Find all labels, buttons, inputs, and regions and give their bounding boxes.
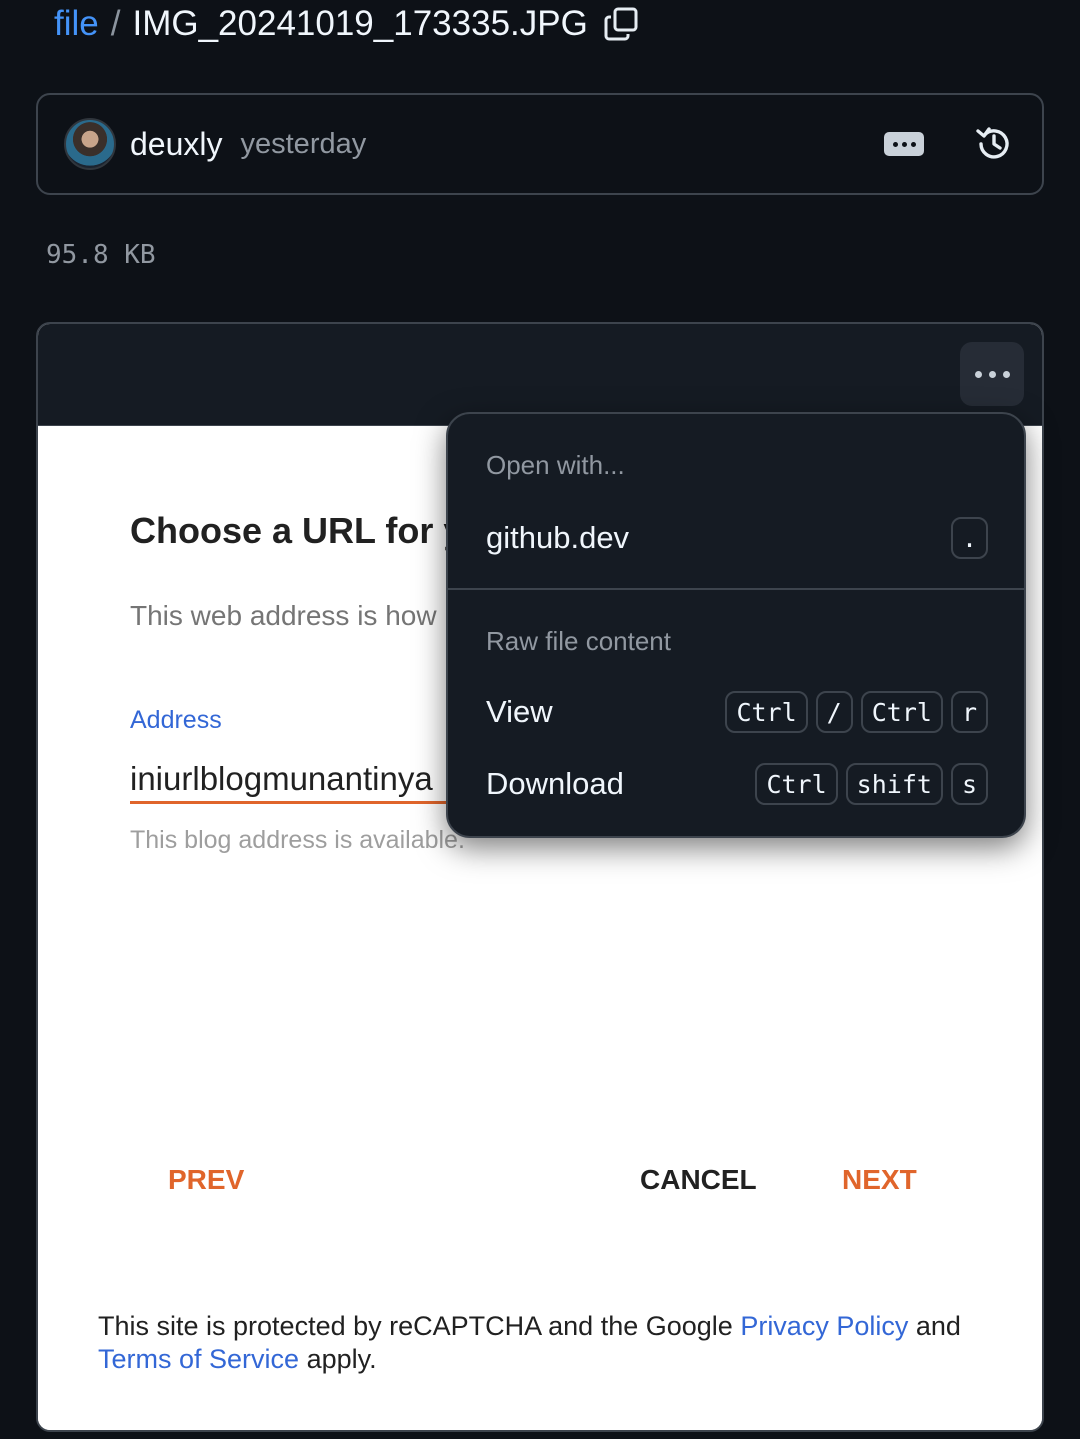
image-title: Choose a URL for y xyxy=(130,510,464,551)
history-button[interactable] xyxy=(972,122,1016,166)
more-options-button[interactable] xyxy=(960,342,1024,406)
menu-item-view-raw[interactable]: View Ctrl / Ctrl r xyxy=(448,680,1024,744)
address-label: Address xyxy=(130,706,222,734)
menu-divider xyxy=(448,588,1024,590)
menu-group-open-with: Open with... xyxy=(486,450,625,480)
menu-item-label: Download xyxy=(486,766,624,801)
kbd-key: Ctrl xyxy=(860,691,943,733)
terms-link: Terms of Service xyxy=(98,1344,300,1374)
address-field xyxy=(130,756,470,804)
recaptcha-text: This site is protected by reCAPTCHA and … xyxy=(98,1311,741,1341)
breadcrumb: file / IMG_20241019_173335.JPG xyxy=(54,2,640,46)
recaptcha-and: and xyxy=(908,1311,961,1341)
breadcrumb-separator: / xyxy=(110,4,121,43)
ellipsis-icon xyxy=(892,141,898,147)
menu-item-github-dev[interactable]: github.dev . xyxy=(448,506,1024,570)
shortcut-keys: Ctrl shift s xyxy=(755,763,988,805)
latest-commit-bar: deuxly yesterday xyxy=(36,93,1044,195)
commit-time: yesterday xyxy=(240,127,367,160)
more-options-menu: Open with... github.dev . Raw file conte… xyxy=(446,412,1026,838)
file-size: 95.8 KB xyxy=(46,240,156,270)
avatar[interactable] xyxy=(64,118,116,170)
copy-path-button[interactable] xyxy=(602,5,640,43)
kbd-key: shift xyxy=(845,763,943,805)
kbd-key: r xyxy=(950,691,988,733)
breadcrumb-folder-link[interactable]: file xyxy=(54,4,99,44)
menu-item-label: View xyxy=(486,694,553,729)
next-button: NEXT xyxy=(842,1164,917,1195)
recaptcha-apply: apply. xyxy=(299,1344,377,1374)
shortcut-keys: Ctrl / Ctrl r xyxy=(725,691,988,733)
kbd-key: Ctrl xyxy=(725,691,808,733)
kbd-key: Ctrl xyxy=(755,763,838,805)
image-subtitle: This web address is how xyxy=(130,600,437,631)
shortcut-keys: . xyxy=(950,517,988,559)
breadcrumb-filename: IMG_20241019_173335.JPG xyxy=(132,4,588,43)
privacy-policy-link: Privacy Policy xyxy=(740,1311,909,1341)
kbd-key: . xyxy=(950,517,988,559)
kbd-key: s xyxy=(950,763,988,805)
cancel-button: CANCEL xyxy=(640,1164,757,1195)
page: file / IMG_20241019_173335.JPG deuxly ye… xyxy=(0,0,1080,1439)
menu-item-download[interactable]: Download Ctrl shift s xyxy=(448,752,1024,816)
viewer-header xyxy=(38,324,1042,426)
menu-item-label: github.dev xyxy=(486,520,630,555)
kbd-key: / xyxy=(815,691,853,733)
commit-message-toggle-button[interactable] xyxy=(884,132,924,156)
history-icon xyxy=(976,127,1009,159)
prev-button: PREV xyxy=(168,1164,245,1195)
commit-author[interactable]: deuxly xyxy=(130,126,223,163)
copy-icon xyxy=(604,7,638,41)
kebab-horizontal-icon xyxy=(974,370,982,378)
address-hint: This blog address is available. xyxy=(130,826,465,854)
recaptcha-notice: This site is protected by reCAPTCHA and … xyxy=(98,1310,998,1376)
menu-group-raw-content: Raw file content xyxy=(486,626,671,656)
